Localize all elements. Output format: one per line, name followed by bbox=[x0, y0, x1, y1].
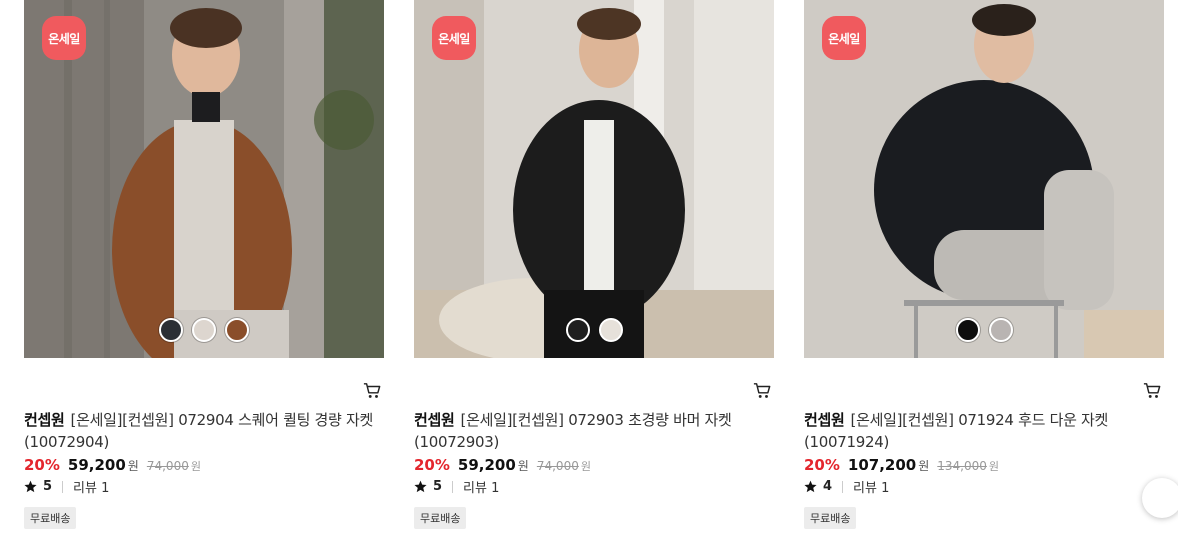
discount-rate: 20% bbox=[24, 456, 60, 474]
product-title[interactable]: 컨셉원 [온세일][컨셉원] 072903 초경량 바머 자켓 (10072903… bbox=[414, 409, 774, 453]
rating-row: 4 리뷰 1 bbox=[804, 477, 889, 496]
floating-button[interactable] bbox=[1142, 478, 1178, 518]
cart-icon bbox=[363, 383, 381, 398]
rating-score: 4 bbox=[823, 479, 833, 494]
brand-name: 컨셉원 bbox=[804, 411, 845, 429]
price-row: 20% 59,200 원 74,000 원 bbox=[414, 456, 591, 474]
review-count[interactable]: 리뷰 1 bbox=[73, 477, 109, 496]
price-row: 20% 107,200 원 134,000 원 bbox=[804, 456, 999, 474]
color-swatch[interactable] bbox=[988, 318, 1013, 342]
free-shipping-badge: 무료배송 bbox=[804, 507, 857, 529]
review-count[interactable]: 리뷰 1 bbox=[463, 477, 499, 496]
brand-name: 컨셉원 bbox=[24, 411, 65, 429]
divider bbox=[842, 480, 844, 493]
free-shipping-badge: 무료배송 bbox=[414, 507, 467, 529]
sale-badge: 온세일 bbox=[822, 16, 866, 60]
product-image[interactable]: 온세일 bbox=[414, 0, 774, 358]
rating-score: 5 bbox=[43, 479, 53, 494]
original-price-unit: 원 bbox=[580, 460, 591, 473]
divider bbox=[452, 480, 454, 493]
original-price: 74,000 bbox=[146, 459, 189, 473]
color-swatches bbox=[24, 318, 384, 342]
star-icon bbox=[414, 480, 427, 493]
product-card[interactable]: 온세일 컨셉원 [온세일][컨셉원] 072903 초경량 바머 자켓 (1007… bbox=[414, 0, 774, 534]
product-grid: 온세일 컨셉원 [온세일][컨셉원] 072904 스퀘어 퀼팅 경량 자켓 (1… bbox=[0, 0, 1178, 534]
color-swatch[interactable] bbox=[225, 318, 249, 342]
product-title[interactable]: 컨셉원 [온세일][컨셉원] 071924 후드 다운 자켓 (10071924) bbox=[804, 409, 1164, 453]
add-to-cart-button[interactable] bbox=[752, 381, 772, 401]
color-swatch[interactable] bbox=[598, 318, 623, 342]
price-unit: 원 bbox=[918, 459, 930, 473]
rating-row: 5 리뷰 1 bbox=[414, 477, 499, 496]
original-price: 74,000 bbox=[536, 459, 579, 473]
cart-icon bbox=[753, 383, 771, 398]
price-unit: 원 bbox=[517, 459, 529, 473]
star-icon bbox=[804, 480, 817, 493]
sale-price: 59,200 bbox=[457, 456, 516, 474]
color-swatch[interactable] bbox=[192, 318, 216, 342]
color-swatch[interactable] bbox=[955, 318, 980, 342]
product-name: [온세일][컨셉원] 072903 초경량 바머 자켓 (10072903) bbox=[414, 411, 732, 451]
rating-score: 5 bbox=[433, 479, 443, 494]
discount-rate: 20% bbox=[414, 456, 450, 474]
sale-price: 59,200 bbox=[67, 456, 126, 474]
color-swatch[interactable] bbox=[159, 318, 183, 342]
product-image[interactable]: 온세일 bbox=[24, 0, 384, 358]
color-swatches bbox=[414, 318, 774, 342]
product-name: [온세일][컨셉원] 071924 후드 다운 자켓 (10071924) bbox=[804, 411, 1109, 451]
free-shipping-badge: 무료배송 bbox=[24, 507, 77, 529]
product-image[interactable]: 온세일 bbox=[804, 0, 1164, 358]
rating-row: 5 리뷰 1 bbox=[24, 477, 109, 496]
price-row: 20% 59,200 원 74,000 원 bbox=[24, 456, 201, 474]
add-to-cart-button[interactable] bbox=[362, 381, 382, 401]
original-price-unit: 원 bbox=[190, 460, 201, 473]
sale-price: 107,200 bbox=[847, 456, 917, 474]
product-card[interactable]: 온세일 컨셉원 [온세일][컨셉원] 072904 스퀘어 퀼팅 경량 자켓 (1… bbox=[24, 0, 384, 534]
color-swatch[interactable] bbox=[565, 318, 590, 342]
color-swatches bbox=[804, 318, 1164, 342]
review-count[interactable]: 리뷰 1 bbox=[853, 477, 889, 496]
product-title[interactable]: 컨셉원 [온세일][컨셉원] 072904 스퀘어 퀼팅 경량 자켓 (10072… bbox=[24, 409, 384, 453]
star-icon bbox=[24, 480, 37, 493]
sale-badge: 온세일 bbox=[432, 16, 476, 60]
original-price: 134,000 bbox=[937, 459, 987, 473]
original-price-unit: 원 bbox=[988, 460, 1000, 473]
discount-rate: 20% bbox=[804, 456, 840, 474]
add-to-cart-button[interactable] bbox=[1142, 381, 1162, 401]
product-card[interactable]: 온세일 컨셉원 [온세일][컨셉원] 071924 후드 다운 자켓 (10071… bbox=[804, 0, 1178, 534]
product-name: [온세일][컨셉원] 072904 스퀘어 퀼팅 경량 자켓 (10072904… bbox=[24, 411, 374, 451]
brand-name: 컨셉원 bbox=[414, 411, 455, 429]
divider bbox=[62, 480, 64, 493]
price-unit: 원 bbox=[127, 459, 139, 473]
cart-icon bbox=[1143, 383, 1161, 398]
sale-badge: 온세일 bbox=[42, 16, 86, 60]
